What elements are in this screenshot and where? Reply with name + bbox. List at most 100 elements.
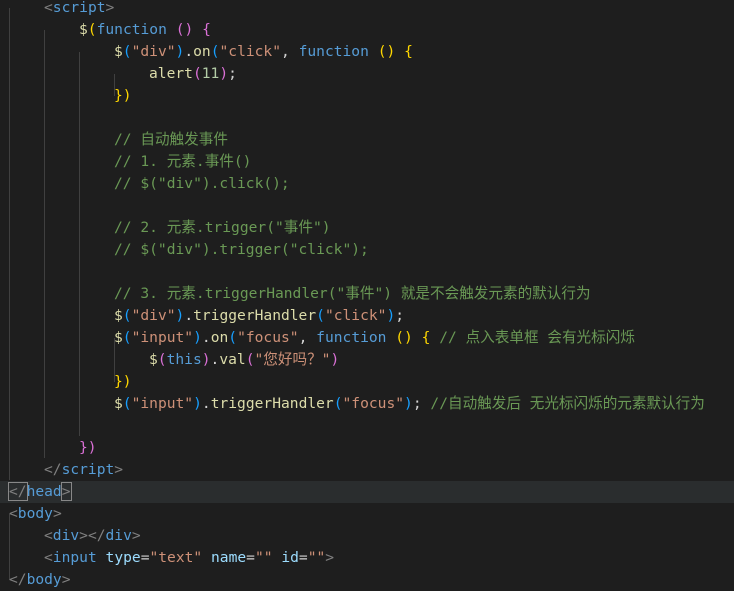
code-token: ; bbox=[228, 65, 237, 82]
code-line[interactable] bbox=[0, 107, 734, 129]
code-token: //自动触发后 无光标闪烁的元素默认行为 bbox=[430, 395, 705, 412]
code-token: $ bbox=[79, 21, 88, 38]
code-token: { bbox=[202, 21, 211, 38]
code-token: ( bbox=[316, 307, 325, 324]
code-token: ( bbox=[228, 329, 238, 346]
code-token: = bbox=[246, 549, 255, 566]
code-token: input bbox=[52, 549, 97, 566]
code-token: "focus" bbox=[342, 395, 405, 412]
code-token: ( bbox=[210, 43, 220, 60]
code-token: ></ bbox=[79, 527, 106, 544]
code-token: script bbox=[61, 461, 115, 478]
code-token: "text" bbox=[149, 549, 203, 566]
code-line[interactable]: </body> bbox=[0, 569, 734, 591]
code-token: ) bbox=[330, 351, 340, 368]
code-line[interactable] bbox=[0, 195, 734, 217]
code-token: // 自动触发事件 bbox=[114, 131, 228, 148]
code-line[interactable]: }) bbox=[0, 371, 734, 393]
code-token: name bbox=[211, 549, 247, 566]
code-token: type bbox=[105, 549, 141, 566]
code-token: div bbox=[105, 527, 132, 544]
code-token: < bbox=[44, 0, 53, 16]
code-token: > bbox=[60, 482, 72, 501]
code-token: $ bbox=[114, 329, 123, 346]
code-token: id bbox=[281, 549, 299, 566]
code-token: , bbox=[281, 43, 299, 60]
code-line[interactable]: $("input").on("focus", function () { // … bbox=[0, 327, 734, 349]
code-token: }) bbox=[114, 373, 132, 390]
code-token: ( bbox=[245, 351, 255, 368]
code-line[interactable]: }) bbox=[0, 437, 734, 459]
code-token: ) bbox=[386, 307, 396, 324]
code-token: ( bbox=[122, 329, 132, 346]
code-token: }) bbox=[79, 439, 97, 456]
code-token: < bbox=[44, 549, 53, 566]
code-editor[interactable]: <script> $(function () {$("div").on("clic… bbox=[0, 0, 734, 591]
code-line[interactable]: // 3. 元素.triggerHandler("事件") 就是不会触发元素的默… bbox=[0, 283, 734, 305]
code-token: < bbox=[44, 527, 53, 544]
code-line[interactable] bbox=[0, 261, 734, 283]
code-line[interactable] bbox=[0, 415, 734, 437]
code-line[interactable]: </head> bbox=[0, 481, 734, 503]
code-token: ) bbox=[193, 395, 202, 412]
code-token: "input" bbox=[131, 329, 194, 346]
code-token: . bbox=[201, 395, 211, 412]
code-token: < bbox=[9, 505, 18, 522]
code-token: on bbox=[193, 43, 211, 60]
code-token: </ bbox=[44, 461, 62, 478]
code-token: </ bbox=[8, 482, 28, 501]
code-token: this bbox=[166, 351, 202, 368]
code-line[interactable]: // 自动触发事件 bbox=[0, 129, 734, 151]
code-line[interactable]: $(function () { bbox=[0, 19, 734, 41]
code-token: ( bbox=[122, 395, 132, 412]
code-token: // 2. 元素.trigger("事件") bbox=[114, 219, 331, 236]
code-line[interactable]: $("input").triggerHandler("focus"); //自动… bbox=[0, 393, 734, 415]
code-token: // 3. 元素.triggerHandler("事件") 就是不会触发元素的默… bbox=[114, 285, 591, 302]
code-token: // 1. 元素.事件() bbox=[114, 153, 252, 170]
code-line[interactable]: // 1. 元素.事件() bbox=[0, 151, 734, 173]
code-token: ; bbox=[412, 395, 431, 412]
code-token: , bbox=[298, 329, 317, 346]
code-line[interactable]: // $("div").click(); bbox=[0, 173, 734, 195]
code-line[interactable]: $("div").on("click", function () { bbox=[0, 41, 734, 63]
code-token: script bbox=[52, 0, 106, 16]
code-token: () bbox=[395, 329, 413, 346]
code-token: ) bbox=[193, 329, 202, 346]
code-line[interactable]: $("div").triggerHandler("click"); bbox=[0, 305, 734, 327]
code-line[interactable]: <script> bbox=[0, 0, 734, 19]
code-line[interactable]: // 2. 元素.trigger("事件") bbox=[0, 217, 734, 239]
code-token: ( bbox=[122, 307, 132, 324]
code-token: > bbox=[105, 0, 115, 16]
code-token: ( bbox=[157, 351, 167, 368]
code-line[interactable]: <input type="text" name="" id=""> bbox=[0, 547, 734, 569]
code-line[interactable]: }) bbox=[0, 85, 734, 107]
code-token: function bbox=[298, 43, 369, 60]
code-token: ) bbox=[404, 395, 413, 412]
code-token: ) bbox=[201, 351, 211, 368]
code-line[interactable]: </script> bbox=[0, 459, 734, 481]
code-token: ) bbox=[175, 43, 185, 60]
code-token: // 点入表单框 会有光标闪烁 bbox=[439, 329, 635, 346]
code-token: // $("div").click(); bbox=[114, 175, 290, 192]
code-token: $ bbox=[114, 43, 123, 60]
code-line[interactable]: $(this).val("您好吗？") bbox=[0, 349, 734, 371]
code-line[interactable]: <div></div> bbox=[0, 525, 734, 547]
code-token: body bbox=[17, 505, 53, 522]
code-token: $ bbox=[149, 351, 158, 368]
code-token: "div" bbox=[131, 43, 176, 60]
code-line[interactable]: <body> bbox=[0, 503, 734, 525]
code-line[interactable]: alert(11); bbox=[0, 63, 734, 85]
code-line[interactable]: // $("div").trigger("click"); bbox=[0, 239, 734, 261]
code-token: </ bbox=[9, 571, 27, 588]
code-token: . bbox=[201, 329, 211, 346]
code-token: = bbox=[298, 549, 308, 566]
